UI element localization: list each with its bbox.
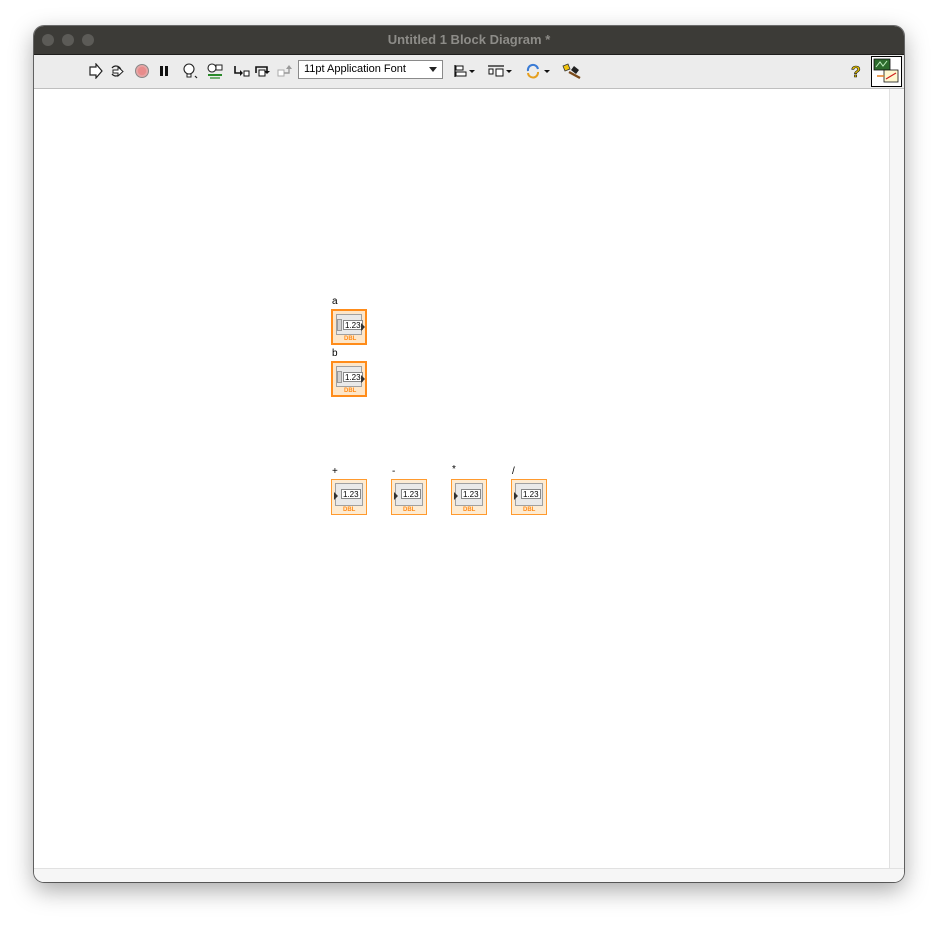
control-value: 1.23 <box>343 320 363 330</box>
distribute-objects-icon[interactable] <box>486 61 514 81</box>
step-out-icon[interactable] <box>275 61 295 81</box>
indicator-label-add[interactable]: + <box>332 467 338 477</box>
indicator-label-multiply[interactable]: * <box>452 465 456 475</box>
run-arrow-icon[interactable] <box>85 61 105 81</box>
font-select-value: 11pt Application Font <box>304 63 406 75</box>
vertical-scrollbar[interactable] <box>889 89 904 869</box>
indicator-value: 1.23 <box>401 489 421 499</box>
align-objects-icon[interactable] <box>452 61 478 81</box>
reorder-icon[interactable] <box>524 61 552 81</box>
indicator-label-subtract[interactable]: - <box>392 467 395 477</box>
control-label-a[interactable]: a <box>332 297 338 307</box>
block-diagram-window: Untitled 1 Block Diagram * 11pt Applicat… <box>34 26 904 882</box>
numeric-indicator-divide[interactable]: 1.23 DBL <box>511 479 547 515</box>
numeric-indicator-subtract[interactable]: 1.23 DBL <box>391 479 427 515</box>
toolbar: 11pt Application Font ? <box>34 55 904 89</box>
cleanup-diagram-icon[interactable] <box>560 61 584 81</box>
retain-wire-values-icon[interactable] <box>205 61 225 81</box>
output-terminal-arrow-icon <box>361 323 365 331</box>
indicator-value: 1.23 <box>461 489 481 499</box>
block-diagram-canvas[interactable]: a 1.23 DBL b 1.23 DBL + 1.23 DBL - 1.23 … <box>34 89 890 869</box>
titlebar[interactable]: Untitled 1 Block Diagram * <box>34 26 904 55</box>
numeric-indicator-multiply[interactable]: 1.23 DBL <box>451 479 487 515</box>
datatype-label: DBL <box>344 388 357 394</box>
datatype-label: DBL <box>343 507 356 513</box>
datatype-label: DBL <box>403 507 416 513</box>
horizontal-scrollbar[interactable] <box>34 868 904 882</box>
indicator-value: 1.23 <box>521 489 541 499</box>
abort-execution-icon[interactable] <box>132 61 152 81</box>
window-title: Untitled 1 Block Diagram * <box>387 32 551 47</box>
step-into-icon[interactable] <box>231 61 251 81</box>
indicator-value: 1.23 <box>341 489 361 499</box>
highlight-execution-icon[interactable] <box>180 61 200 81</box>
input-terminal-arrow-icon <box>454 492 458 500</box>
run-continuously-icon[interactable] <box>107 61 127 81</box>
step-over-icon[interactable] <box>253 61 273 81</box>
increment-spinner-icon <box>337 371 342 383</box>
input-terminal-arrow-icon <box>334 492 338 500</box>
datatype-label: DBL <box>523 507 536 513</box>
increment-spinner-icon <box>337 319 342 331</box>
numeric-control-b[interactable]: 1.23 DBL <box>331 361 367 397</box>
chevron-down-icon <box>429 67 437 72</box>
numeric-indicator-add[interactable]: 1.23 DBL <box>331 479 367 515</box>
input-terminal-arrow-icon <box>394 492 398 500</box>
input-terminal-arrow-icon <box>514 492 518 500</box>
pause-icon[interactable] <box>154 61 174 81</box>
datatype-label: DBL <box>463 507 476 513</box>
font-select[interactable]: 11pt Application Font <box>298 60 443 79</box>
control-label-b[interactable]: b <box>332 349 338 359</box>
indicator-label-divide[interactable]: / <box>512 467 515 477</box>
svg-text:?: ? <box>851 64 861 80</box>
context-help-icon[interactable]: ? <box>846 61 866 81</box>
control-value: 1.23 <box>343 372 363 382</box>
numeric-control-a[interactable]: 1.23 DBL <box>331 309 367 345</box>
output-terminal-arrow-icon <box>361 375 365 383</box>
datatype-label: DBL <box>344 336 357 342</box>
vi-icon[interactable] <box>871 56 902 87</box>
